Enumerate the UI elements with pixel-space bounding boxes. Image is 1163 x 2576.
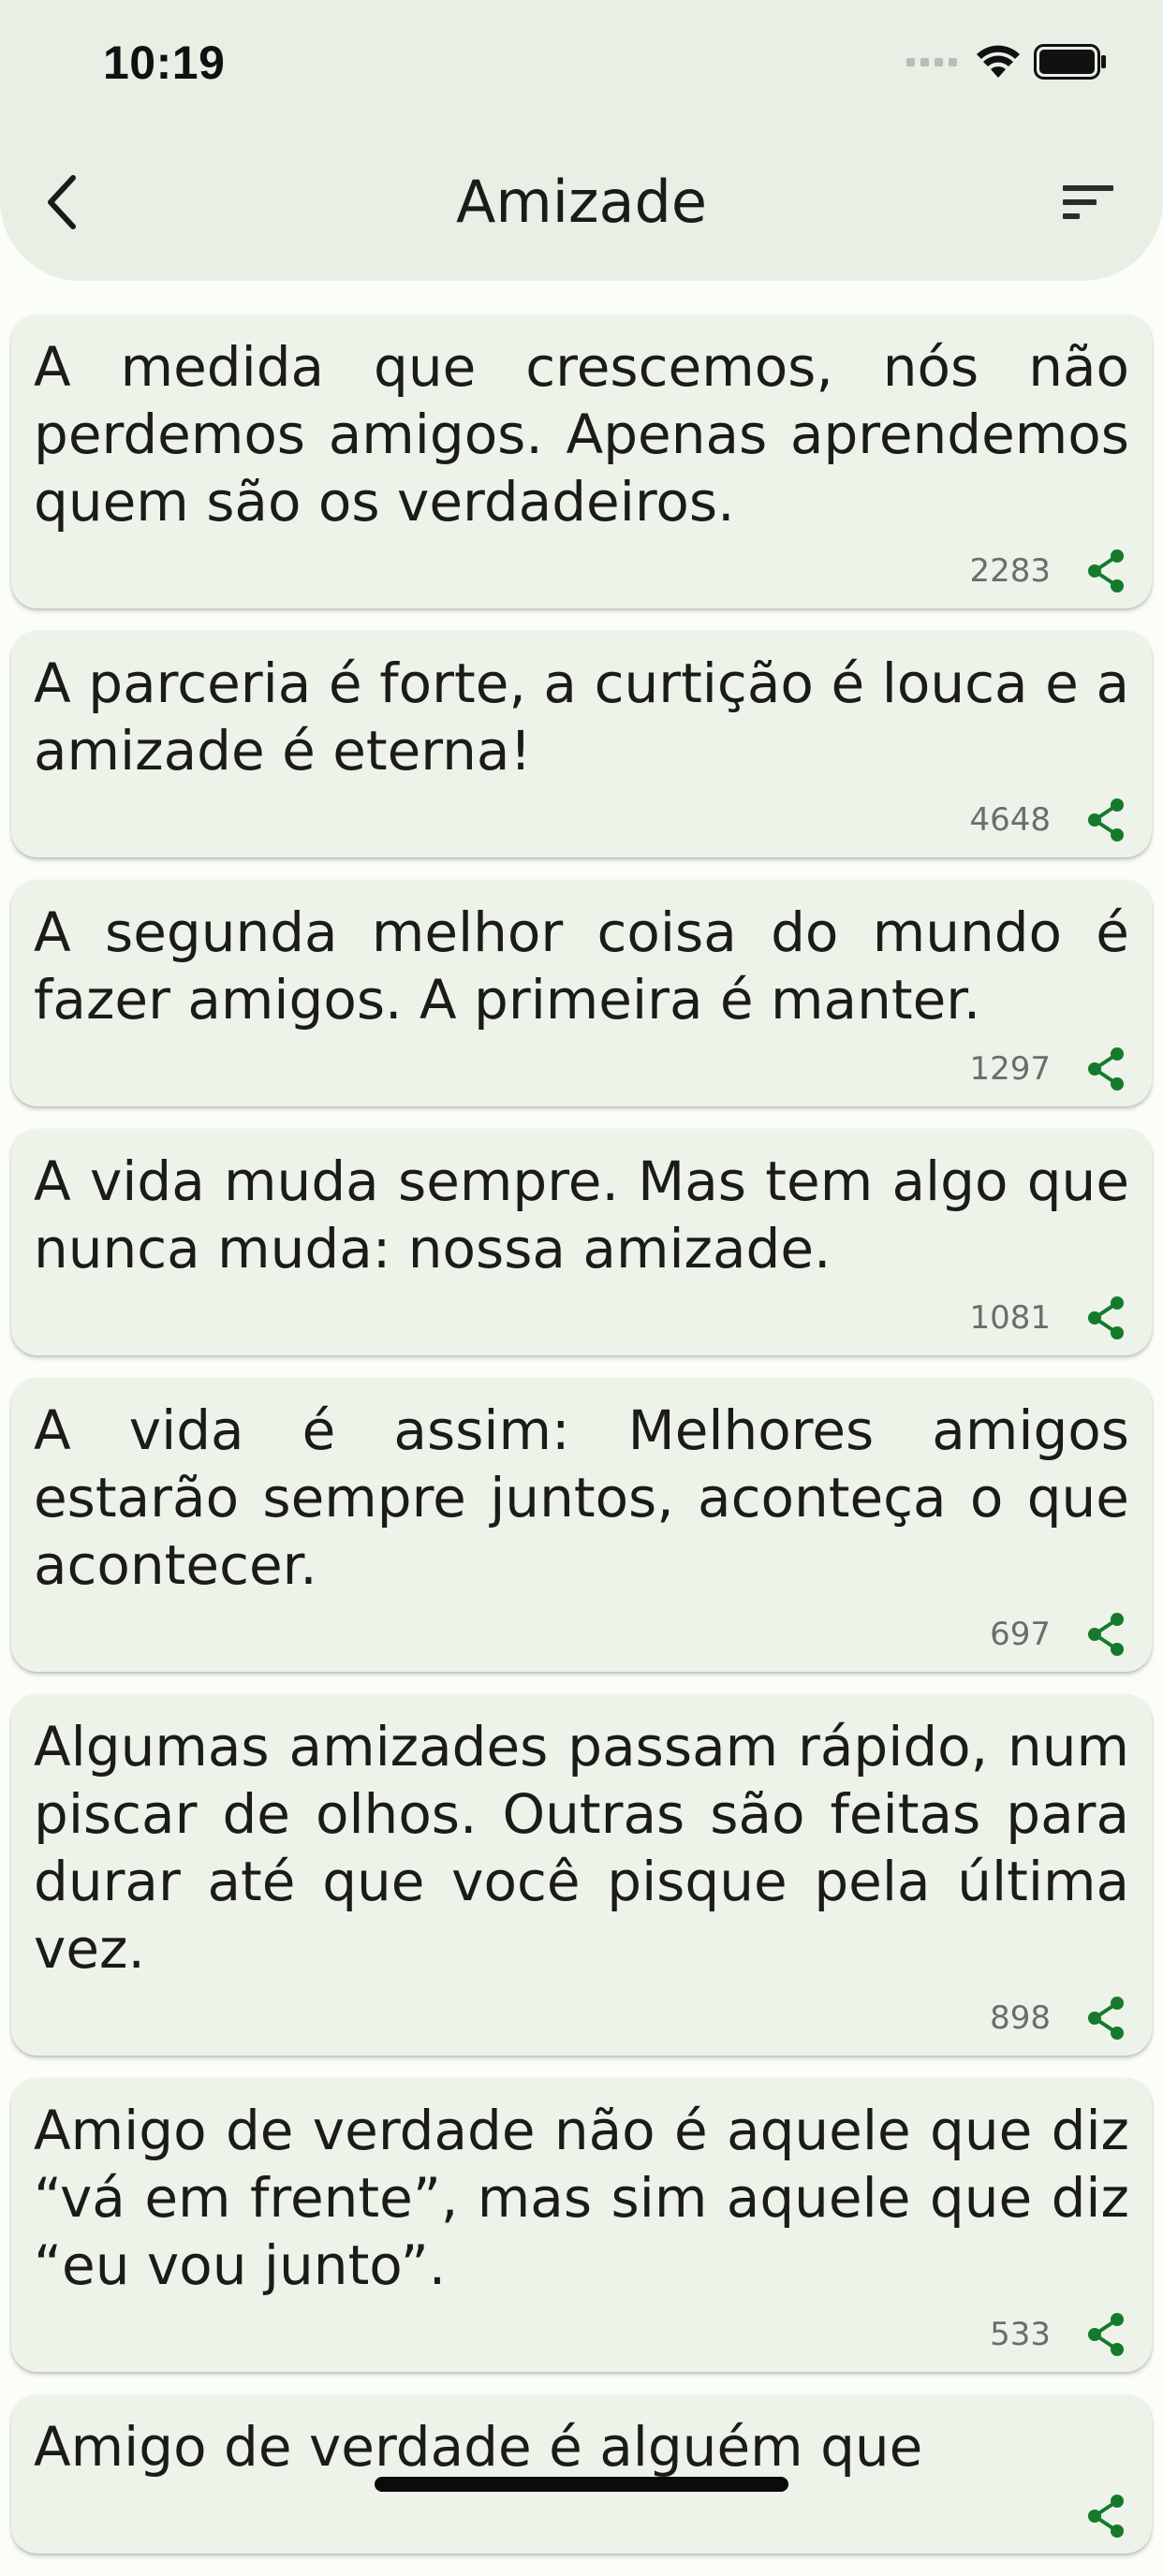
- quote-meta: 1297: [34, 1041, 1129, 1097]
- quote-text: A vida é assim: Melhores amigos estarão …: [34, 1398, 1129, 1597]
- quote-card[interactable]: A segunda melhor coisa do mundo é fazer …: [11, 880, 1152, 1106]
- share-button[interactable]: [1082, 1046, 1129, 1092]
- home-indicator[interactable]: [375, 2477, 788, 2492]
- quote-meta: 2283: [34, 543, 1129, 599]
- quote-card[interactable]: Amigo de verdade não é aquele que diz “v…: [11, 2078, 1152, 2372]
- share-icon: [1088, 1047, 1124, 1090]
- quote-card[interactable]: A vida é assim: Melhores amigos estarão …: [11, 1378, 1152, 1672]
- share-icon: [1088, 2495, 1124, 2538]
- app-bar: 10:19 Amizade: [0, 0, 1163, 281]
- share-count: 898: [990, 1999, 1051, 2037]
- quote-card[interactable]: A vida muda sempre. Mas tem algo que nun…: [11, 1129, 1152, 1355]
- quote-text: A vida muda sempre. Mas tem algo que nun…: [34, 1149, 1129, 1281]
- wifi-icon: [977, 45, 1020, 78]
- quote-card[interactable]: A medida que crescemos, nós não perdemos…: [11, 315, 1152, 608]
- sort-icon: [1063, 185, 1113, 219]
- share-icon: [1088, 798, 1124, 842]
- quote-text: Amigo de verdade não é aquele que diz “v…: [34, 2099, 1129, 2297]
- share-button[interactable]: [1082, 797, 1129, 843]
- share-count: 1081: [969, 1299, 1051, 1337]
- share-icon: [1088, 1613, 1124, 1656]
- page-title: Amizade: [455, 168, 708, 236]
- share-icon: [1088, 1997, 1124, 2040]
- quote-meta: 1081: [34, 1290, 1129, 1346]
- battery-icon: [1034, 44, 1106, 80]
- share-count: 697: [990, 1616, 1051, 1653]
- share-icon: [1088, 2313, 1124, 2356]
- quote-card[interactable]: A parceria é forte, a curtição é louca e…: [11, 631, 1152, 857]
- quote-text: Amigo de verdade é alguém que: [34, 2415, 923, 2479]
- quote-text: A medida que crescemos, nós não perdemos…: [34, 335, 1129, 534]
- quote-card[interactable]: Amigo de verdade é alguém que: [11, 2394, 1152, 2554]
- quote-text: A parceria é forte, a curtição é louca e…: [34, 651, 1129, 783]
- quote-meta: [34, 2488, 1129, 2544]
- share-button[interactable]: [1082, 1295, 1129, 1341]
- share-button[interactable]: [1082, 548, 1129, 594]
- quote-text: A segunda melhor coisa do mundo é fazer …: [34, 900, 1129, 1032]
- quote-meta: 533: [34, 2306, 1129, 2363]
- quote-meta: 4648: [34, 792, 1129, 848]
- share-button[interactable]: [1082, 2493, 1129, 2539]
- quote-meta: 697: [34, 1606, 1129, 1662]
- share-count: 2283: [969, 552, 1051, 590]
- sort-button[interactable]: [1051, 165, 1126, 240]
- share-icon: [1088, 549, 1124, 593]
- quote-card[interactable]: Algumas amizades passam rápido, num pisc…: [11, 1694, 1152, 2056]
- share-icon: [1088, 1296, 1124, 1339]
- status-time: 10:19: [103, 37, 226, 89]
- share-count: 1297: [969, 1050, 1051, 1088]
- share-count: 533: [990, 2316, 1051, 2353]
- share-button[interactable]: [1082, 1611, 1129, 1658]
- quote-meta: 898: [34, 1990, 1129, 2046]
- status-icons: [906, 41, 1107, 82]
- cellular-signal-icon: [906, 57, 957, 66]
- share-button[interactable]: [1082, 1995, 1129, 2042]
- quote-list[interactable]: A medida que crescemos, nós não perdemos…: [11, 315, 1152, 2576]
- quote-text: Algumas amizades passam rápido, num pisc…: [34, 1715, 1129, 1981]
- share-button[interactable]: [1082, 2311, 1129, 2358]
- share-count: 4648: [969, 801, 1051, 839]
